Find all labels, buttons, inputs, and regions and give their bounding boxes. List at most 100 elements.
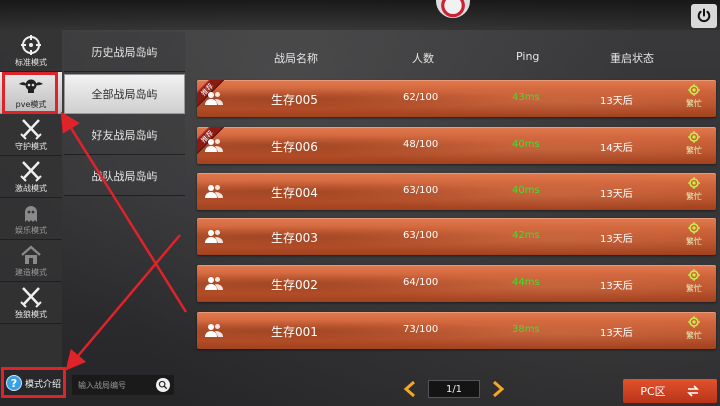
player-count: 73/100 [403,324,439,335]
players-icon [205,277,223,290]
ping-value: 38ms [512,324,540,335]
busy-status-icon [688,84,700,96]
power-button[interactable] [691,4,717,28]
restart-status: 13天后 [600,189,633,200]
ping-value: 40ms [512,185,540,196]
mode-guard[interactable]: 守护模式 [0,114,62,156]
mode-build[interactable]: 建造模式 [0,240,62,282]
status-label: 繁忙 [686,284,702,293]
header-ping: Ping [516,50,540,63]
region-all[interactable]: 全部战局岛屿 [64,74,185,114]
busy-status-icon [688,177,700,189]
match-name: 生存005 [271,93,318,107]
busy-status-icon [688,131,700,143]
mode-label: 激战模式 [15,184,47,193]
mode-standard[interactable]: 标准模式 [0,30,62,72]
status-label: 繁忙 [686,331,702,340]
busy-status-icon [688,316,700,328]
match-row[interactable]: 生存002 64/100 44ms 13天后 繁忙 [197,265,716,302]
player-count: 63/100 [403,185,439,196]
top-bar [0,0,720,30]
ghost-icon [25,206,37,222]
mode-lone[interactable]: 独狼模式 [0,282,62,324]
ping-value: 43ms [512,92,540,103]
busy-status-icon [688,222,700,234]
ping-value: 40ms [512,139,540,150]
mode-label: 守护模式 [15,142,47,151]
status-label: 繁忙 [686,99,702,108]
mode-fun[interactable]: 娱乐模式 [0,198,62,240]
ping-value: 44ms [512,277,540,288]
header-players: 人数 [412,52,434,65]
page-indicator: 1/1 [428,380,480,398]
mode-label: 建造模式 [15,268,47,277]
region-list: 历史战局岛屿 全部战局岛屿 好友战局岛屿 战队战局岛屿 [62,30,186,206]
restart-status: 13天后 [600,328,633,339]
players-icon [205,230,223,243]
match-name: 生存004 [271,186,318,200]
server-region-label: PC区 [640,385,666,398]
status-label: 繁忙 [686,146,702,155]
busy-status-icon [688,269,700,281]
house-icon [21,245,41,264]
players-icon [205,139,223,152]
switch-icon [686,385,699,397]
players-icon [205,92,223,105]
match-row[interactable]: 生存003 63/100 42ms 13天后 繁忙 [197,218,716,255]
header-restart: 重启状态 [610,52,654,65]
restart-status: 14天后 [600,143,633,154]
server-status: 繁忙 [679,177,709,207]
table-header: 战局名称 人数 Ping 重启状态 [196,44,716,70]
player-count: 64/100 [403,277,439,288]
players-icon [205,185,223,198]
crossed-swords-icon [20,119,42,140]
server-status: 繁忙 [679,269,709,299]
match-row[interactable]: 推荐 生存006 48/100 40ms 14天后 繁忙 [197,127,716,164]
player-count: 63/100 [403,230,439,241]
crossed-swords-icon [20,161,42,182]
server-status: 繁忙 [679,84,709,114]
status-label: 繁忙 [686,237,702,246]
players-icon [205,324,223,337]
match-name: 生存006 [271,140,318,154]
skull-wings-icon [19,79,43,93]
crossed-swords-icon [20,287,42,308]
match-row[interactable]: 推荐 生存005 62/100 43ms 13天后 繁忙 [197,80,716,117]
power-icon [697,8,711,23]
match-name: 生存001 [271,325,318,339]
region-history[interactable]: 历史战局岛屿 [64,32,185,72]
header-name: 战局名称 [274,52,318,65]
match-row[interactable]: 生存004 63/100 40ms 13天后 繁忙 [197,173,716,210]
next-page-icon[interactable] [491,381,505,397]
server-region-button[interactable]: PC区 [623,379,717,403]
mode-intense[interactable]: 激战模式 [0,156,62,198]
mode-label: pve模式 [15,100,47,109]
question-circle-icon: ? [6,375,22,391]
region-friends[interactable]: 好友战局岛屿 [64,115,185,155]
prev-page-icon[interactable] [403,381,417,397]
server-status: 繁忙 [679,131,709,161]
ping-value: 42ms [512,230,540,241]
restart-status: 13天后 [600,96,633,107]
restart-status: 13天后 [600,281,633,292]
player-count: 48/100 [403,139,439,150]
crosshair-icon [21,35,41,55]
mode-label: 独狼模式 [15,310,47,319]
match-name: 生存003 [271,231,318,245]
player-count: 62/100 [403,92,439,103]
server-status: 繁忙 [679,316,709,346]
mode-intro-button[interactable]: ? 模式介绍 [4,371,64,395]
restart-status: 13天后 [600,234,633,245]
match-search [72,375,174,395]
mode-label: 娱乐模式 [15,226,47,235]
match-id-input[interactable] [78,380,154,390]
mode-pve[interactable]: pve模式 [0,72,62,114]
search-icon[interactable] [156,378,170,392]
mode-intro-label: 模式介绍 [25,379,62,390]
match-name: 生存002 [271,278,318,292]
match-row[interactable]: 生存001 73/100 38ms 13天后 繁忙 [197,312,716,349]
mode-sidebar: 标准模式 pve模式 守护模式 激战模式 娱乐模式 建造模式 独狼模式 [0,30,62,370]
region-team[interactable]: 战队战局岛屿 [64,156,185,196]
status-label: 繁忙 [686,192,702,201]
server-status: 繁忙 [679,222,709,252]
